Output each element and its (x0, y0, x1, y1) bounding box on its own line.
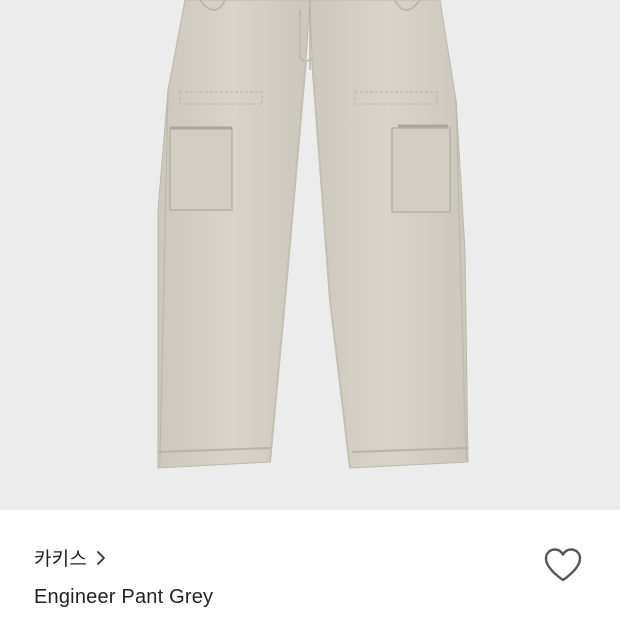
like-button[interactable] (542, 546, 584, 584)
product-name: Engineer Pant Grey (34, 586, 214, 608)
product-detail-screen: 카키스 Engineer Pant Grey (0, 0, 620, 620)
brand-name: 카키스 (34, 549, 88, 570)
chevron-right-icon (95, 549, 107, 567)
pants-photo (157, 0, 469, 469)
product-info: 카키스 Engineer Pant Grey (0, 510, 620, 620)
heart-outline-icon (544, 548, 582, 582)
product-image[interactable] (0, 0, 620, 510)
brand-link[interactable]: 카키스 (34, 544, 107, 571)
